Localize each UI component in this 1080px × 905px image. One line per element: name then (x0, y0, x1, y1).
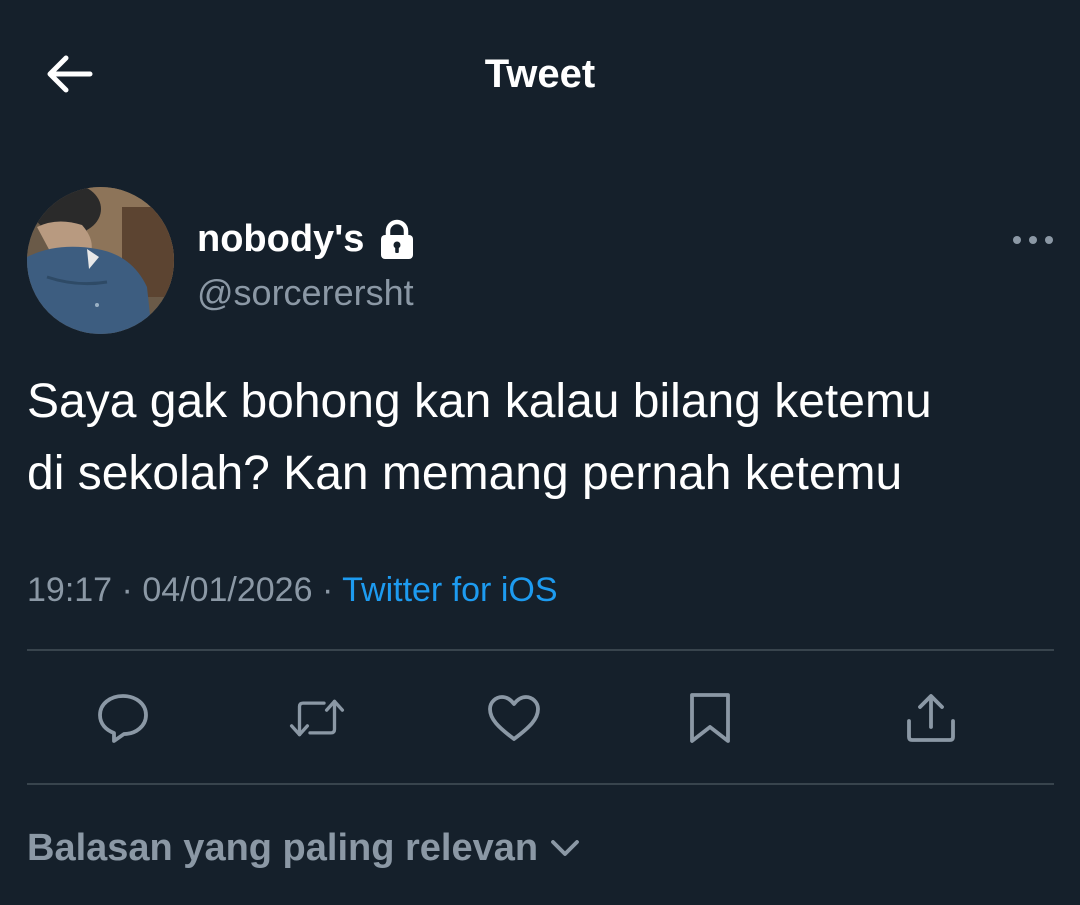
share-button[interactable] (903, 690, 959, 746)
divider (27, 783, 1054, 785)
action-bar (27, 652, 1054, 782)
bookmark-button[interactable] (682, 690, 738, 746)
page-title: Tweet (484, 52, 596, 96)
reply-icon (98, 694, 148, 743)
top-bar: Tweet (0, 0, 1080, 150)
like-icon (488, 695, 540, 741)
tweet-text: Saya gak bohong kan kalau bilang ketemu … (27, 366, 1057, 510)
tweet-time: 19:17 (27, 571, 113, 609)
chevron-down-icon (551, 840, 579, 856)
more-options-button[interactable] (1009, 225, 1057, 255)
share-icon (907, 694, 955, 742)
user-handle[interactable]: @sorcerersht (197, 271, 414, 315)
avatar[interactable] (27, 187, 174, 334)
display-name-row: nobody's (197, 215, 416, 263)
like-button[interactable] (486, 690, 542, 746)
tweet-text-line: Saya gak bohong kan kalau bilang ketemu (27, 375, 932, 428)
reply-sort-selector[interactable]: Balasan yang paling relevan (27, 824, 582, 872)
reply-sort-label: Balasan yang paling relevan (27, 827, 539, 869)
lock-icon (381, 219, 414, 259)
divider (27, 649, 1054, 651)
tweet-meta: 19:17 · 04/01/2026 · Twitter for iOS (27, 568, 558, 612)
tweet-author: nobody's @sorcerersht (27, 187, 1057, 337)
bookmark-icon (690, 693, 730, 743)
tweet-date: 04/01/2026 (142, 571, 313, 609)
tweet-source-link[interactable]: Twitter for iOS (342, 571, 557, 609)
meta-separator: · (321, 571, 334, 609)
meta-separator: · (121, 571, 133, 609)
retweet-icon (289, 699, 345, 737)
more-horizontal-icon (1013, 236, 1053, 244)
retweet-button[interactable] (289, 690, 345, 746)
display-name[interactable]: nobody's (197, 215, 364, 263)
reply-button[interactable] (95, 690, 151, 746)
tweet-text-line: di sekolah? Kan memang pernah ketemu (27, 447, 903, 500)
